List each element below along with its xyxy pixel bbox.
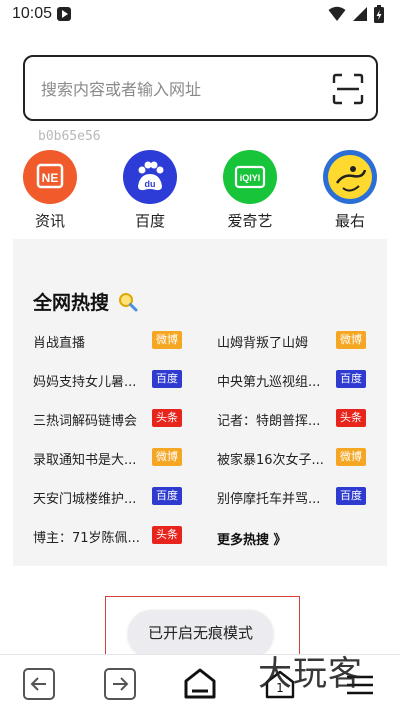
source-badge: 微博 bbox=[152, 331, 182, 349]
svg-text:iQIYI: iQIYI bbox=[240, 173, 261, 183]
source-badge: 头条 bbox=[152, 526, 182, 544]
source-badge: 头条 bbox=[152, 409, 182, 427]
hot-item-text: 三热词解码链博会 bbox=[33, 414, 138, 429]
hot-item[interactable]: 中央第九巡视组... 百度 bbox=[217, 369, 367, 391]
zuiyou-icon bbox=[323, 150, 377, 204]
hot-item[interactable]: 被家暴16次女子... 微博 bbox=[217, 447, 367, 469]
hot-item[interactable]: 妈妈支持女儿暑... 百度 bbox=[33, 369, 183, 391]
magnifier-icon bbox=[119, 292, 138, 311]
source-badge: 微博 bbox=[336, 331, 366, 349]
source-badge: 百度 bbox=[336, 487, 366, 505]
shortcut-label: 爱奇艺 bbox=[227, 212, 273, 230]
hot-item-text: 别停摩托车并骂... bbox=[217, 492, 321, 507]
hot-item[interactable]: 天安门城楼维护... 百度 bbox=[33, 486, 183, 508]
hot-item-text: 中央第九巡视组... bbox=[217, 375, 321, 390]
shortcut-label: 最右 bbox=[334, 212, 365, 230]
svg-text:NE: NE bbox=[42, 171, 59, 185]
hot-item[interactable]: 记者：特朗普挥... 头条 bbox=[217, 408, 367, 430]
hot-item[interactable]: 别停摩托车并骂... 百度 bbox=[217, 486, 367, 508]
hot-item-text: 肖战直播 bbox=[33, 336, 86, 351]
device-id: b0b65e56 bbox=[38, 129, 101, 144]
iqiyi-icon: iQIYI bbox=[223, 150, 277, 204]
hot-search-header: 全网热搜 bbox=[33, 288, 139, 315]
forward-icon[interactable] bbox=[103, 667, 137, 701]
source-badge: 百度 bbox=[336, 370, 366, 388]
home-icon[interactable] bbox=[183, 667, 217, 701]
shortcut-zuiyou[interactable]: 最右 bbox=[310, 150, 390, 231]
status-bar: 10:05 bbox=[0, 0, 400, 30]
hot-item[interactable]: 博主：71岁陈佩... 头条 bbox=[33, 525, 183, 547]
source-badge: 微博 bbox=[152, 448, 182, 466]
news-icon: NE bbox=[23, 150, 77, 204]
hot-item-text: 天安门城楼维护... bbox=[33, 492, 137, 507]
hot-item-text: 博主：71岁陈佩... bbox=[33, 531, 140, 546]
shortcut-news[interactable]: NE 资讯 bbox=[10, 150, 90, 231]
media-app-icon bbox=[57, 7, 71, 21]
shortcut-iqiyi[interactable]: iQIYI 爱奇艺 bbox=[210, 150, 290, 231]
more-hot-link[interactable]: 更多热搜 》 bbox=[217, 529, 287, 548]
hot-item[interactable]: 三热词解码链博会 头条 bbox=[33, 408, 183, 430]
hot-item[interactable]: 肖战直播 微博 bbox=[33, 330, 183, 352]
battery-icon bbox=[374, 5, 384, 23]
shortcut-baidu[interactable]: du 百度 bbox=[110, 150, 190, 231]
source-badge: 百度 bbox=[152, 487, 182, 505]
hot-search-title: 全网热搜 bbox=[33, 292, 110, 314]
hot-item-text: 被家暴16次女子... bbox=[217, 453, 324, 468]
signal-icon bbox=[353, 7, 367, 21]
source-badge: 头条 bbox=[336, 409, 366, 427]
hot-item-text: 记者：特朗普挥... bbox=[217, 414, 321, 429]
incognito-toast: 已开启无痕模式 bbox=[128, 610, 273, 657]
hot-item[interactable]: 录取通知书是大... 微博 bbox=[33, 447, 183, 469]
svg-text:du: du bbox=[145, 179, 156, 189]
wifi-icon bbox=[328, 6, 346, 21]
hot-item-text: 山姆背叛了山姆 bbox=[217, 336, 309, 351]
watermark: 大玩客 bbox=[258, 654, 363, 694]
status-icons bbox=[328, 5, 384, 23]
shortcut-label: 资讯 bbox=[34, 212, 65, 230]
shortcut-label: 百度 bbox=[134, 212, 165, 230]
search-input[interactable] bbox=[41, 77, 321, 101]
back-icon[interactable] bbox=[22, 667, 56, 701]
scan-icon[interactable] bbox=[332, 73, 364, 105]
source-badge: 微博 bbox=[336, 448, 366, 466]
source-badge: 百度 bbox=[152, 370, 182, 388]
hot-item-text: 妈妈支持女儿暑... bbox=[33, 375, 137, 390]
hot-item[interactable]: 山姆背叛了山姆 微博 bbox=[217, 330, 367, 352]
search-bar[interactable] bbox=[23, 55, 378, 121]
hot-search-card: 全网热搜 bbox=[13, 239, 387, 566]
baidu-icon: du bbox=[123, 150, 177, 204]
hot-item-text: 录取通知书是大... bbox=[33, 453, 137, 468]
status-time: 10:05 bbox=[12, 5, 53, 22]
